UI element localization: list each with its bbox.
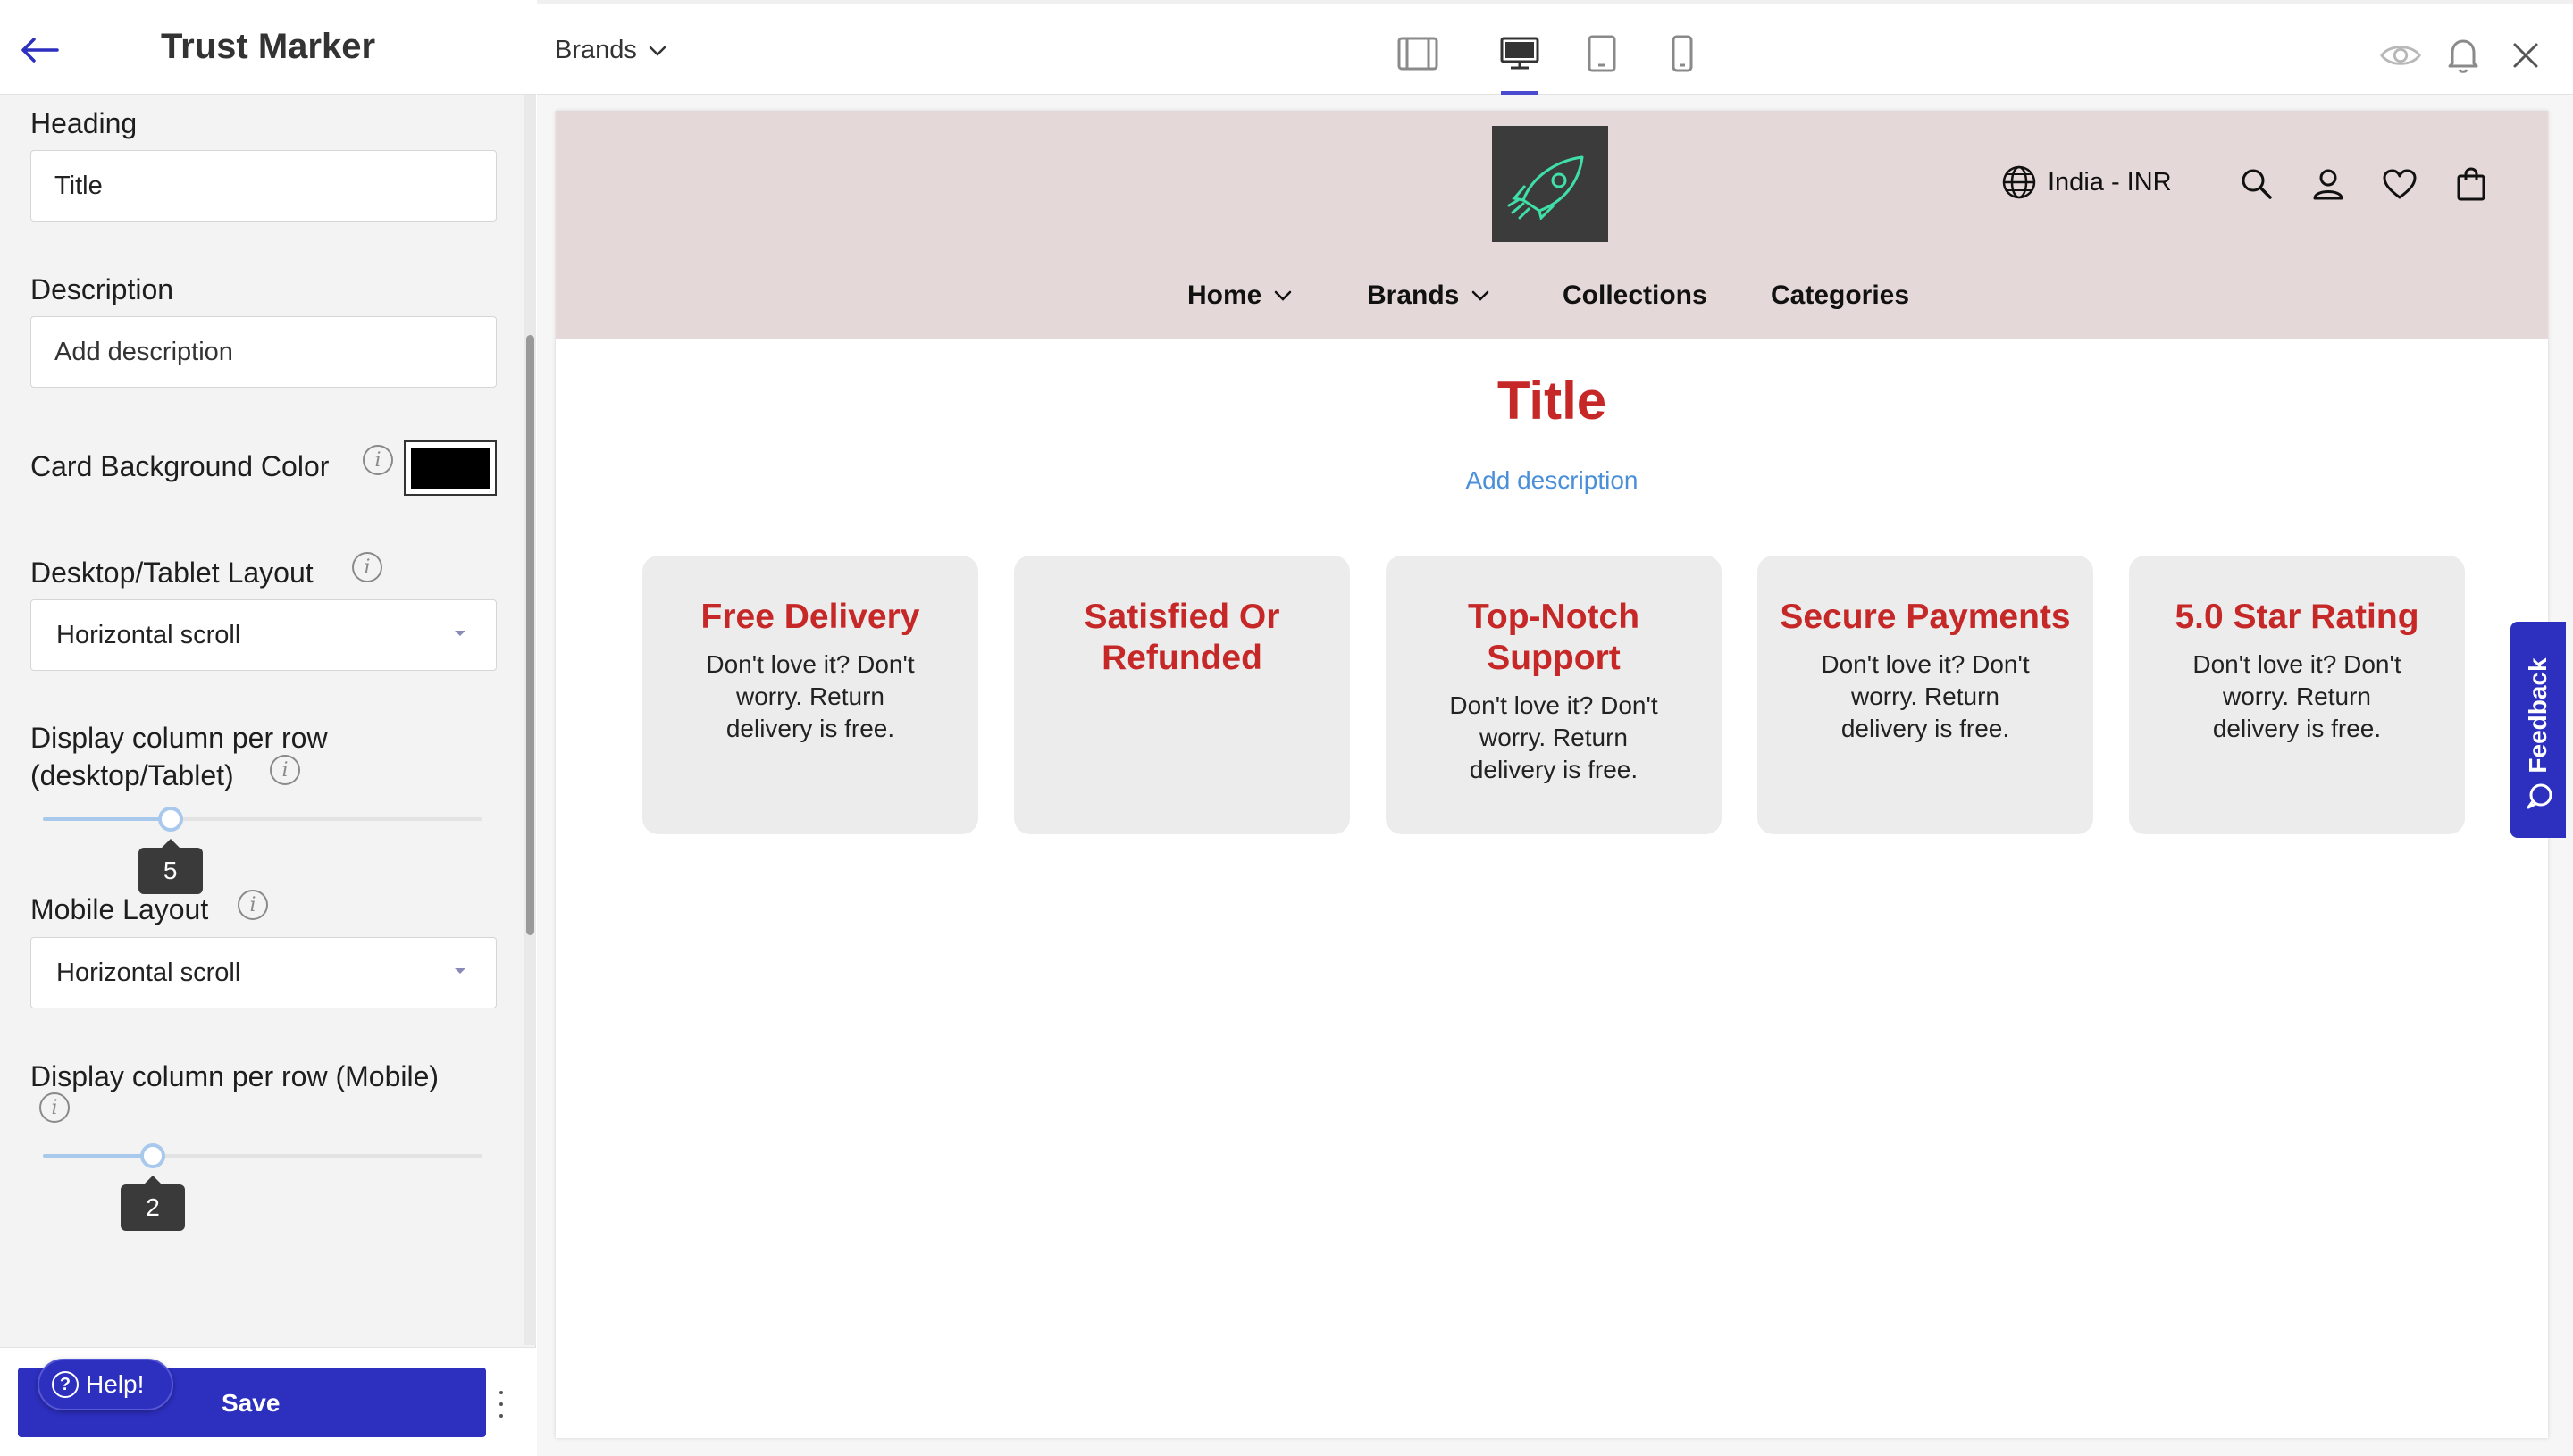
heart-icon[interactable] (2380, 164, 2419, 204)
panel-scrollbar-thumb[interactable] (526, 335, 534, 935)
help-label: Help! (86, 1370, 145, 1398)
color-swatch-fill (411, 448, 490, 489)
nav-item-label: Categories (1771, 280, 1910, 310)
feedback-tab[interactable]: Feedback (2510, 622, 2566, 838)
desktop-layout-value: Horizontal scroll (56, 620, 241, 649)
trust-card[interactable]: Top-Notch Support Don't love it? Don't w… (1386, 556, 1722, 834)
shopping-bag-icon[interactable] (2451, 164, 2491, 204)
help-question-icon: ? (52, 1371, 79, 1398)
desktop-columns-slider[interactable]: 5 (43, 801, 482, 894)
heading-input[interactable] (30, 150, 497, 222)
nav-item-categories[interactable]: Categories (1771, 280, 1909, 311)
description-label: Description (30, 273, 174, 305)
trust-card[interactable]: Satisfied Or Refunded (1014, 556, 1350, 834)
desktop-layout-select[interactable]: Horizontal scroll (30, 599, 497, 671)
store-logo-rocket-icon[interactable] (1492, 126, 1608, 242)
caret-down-icon (455, 968, 465, 974)
trust-card-title: Free Delivery (700, 598, 920, 636)
desktop-columns-label-sub: (desktop/Tablet) (30, 759, 234, 791)
locale-label: India - INR (2048, 167, 2172, 197)
chevron-down-icon (1472, 290, 1489, 301)
mobile-icon[interactable] (1657, 29, 1707, 79)
trust-card-title: Satisfied Or Refunded (1084, 598, 1280, 677)
store-header: India - INR Home Brands Collections Cate… (556, 111, 2548, 339)
eye-icon[interactable] (2379, 34, 2422, 77)
sidebar-layout-icon[interactable] (1393, 29, 1443, 79)
desktop-layout-label: Desktop/Tablet Layout (30, 556, 314, 589)
more-options-icon[interactable] (497, 1391, 506, 1418)
nav-item-label: Brands (1367, 280, 1460, 310)
globe-icon (2002, 165, 2036, 199)
chevron-down-icon (649, 46, 666, 56)
trust-card-text: Don't love it? Don't worry. Return deliv… (2192, 650, 2401, 742)
settings-panel: Trust Marker Heading Description Card Ba… (0, 0, 536, 1456)
tablet-icon[interactable] (1577, 29, 1627, 79)
feedback-label: Feedback (2524, 657, 2552, 774)
slider-fill (43, 1154, 153, 1158)
info-icon[interactable]: i (363, 445, 393, 475)
nav-item-label: Collections (1563, 280, 1707, 310)
trust-card[interactable]: Free Delivery Don't love it? Don't worry… (642, 556, 978, 834)
mobile-layout-label: Mobile Layout (30, 893, 209, 925)
nav-item-label: Home (1187, 280, 1262, 310)
panel-header: Trust Marker (0, 0, 536, 95)
locale-selector[interactable]: India - INR (2001, 164, 2172, 200)
save-label: Save (222, 1389, 281, 1417)
store-preview-frame: India - INR Home Brands Collections Cate… (556, 111, 2548, 1438)
slider-value-tooltip: 2 (121, 1176, 185, 1231)
nav-item-home[interactable]: Home (1187, 280, 1294, 311)
mobile-columns-slider[interactable]: 2 (43, 1138, 482, 1231)
chevron-down-icon (1275, 290, 1292, 301)
description-input[interactable] (30, 316, 497, 388)
mobile-columns-label: Display column per row (Mobile) (30, 1060, 440, 1092)
slider-fill (43, 817, 171, 821)
trust-card-text: Don't love it? Don't worry. Return deliv… (706, 650, 915, 742)
feedback-bubble-icon (2527, 783, 2552, 809)
help-button[interactable]: ? Help! (38, 1359, 173, 1410)
card-bg-color-label: Card Background Color (30, 450, 330, 482)
nav-item-brands[interactable]: Brands (1367, 280, 1491, 311)
trust-card-title: 5.0 Star Rating (2175, 598, 2419, 636)
trust-card-title: Secure Payments (1780, 598, 2071, 636)
editor-toolbar: Brands (537, 0, 2573, 96)
trust-card-text: Don't love it? Don't worry. Return deliv… (1449, 691, 1658, 783)
slider-thumb[interactable] (157, 807, 183, 832)
slider-value-tooltip: 5 (138, 839, 203, 894)
page-select-value: Brands (555, 36, 637, 64)
slider-thumb[interactable] (140, 1143, 165, 1168)
info-icon[interactable]: i (238, 890, 268, 920)
close-icon[interactable] (2504, 34, 2547, 77)
search-icon[interactable] (2237, 164, 2276, 204)
desktop-icon[interactable] (1495, 29, 1545, 79)
mobile-layout-value: Horizontal scroll (56, 958, 241, 987)
panel-footer: Save ? Help! (0, 1347, 536, 1456)
info-icon[interactable]: i (39, 1092, 70, 1123)
card-bg-color-swatch[interactable] (404, 440, 497, 496)
bell-icon[interactable] (2442, 34, 2485, 77)
trust-card-title: Top-Notch Support (1467, 598, 1640, 677)
panel-title: Trust Marker (160, 27, 376, 66)
nav-item-collections[interactable]: Collections (1563, 280, 1707, 311)
desktop-columns-label: Display column per row (30, 722, 328, 754)
caret-down-icon (455, 631, 465, 636)
info-icon[interactable]: i (270, 755, 300, 785)
trust-marker-title[interactable]: Title (556, 370, 2548, 431)
trust-card[interactable]: Secure Payments Don't love it? Don't wor… (1757, 556, 2093, 834)
mobile-layout-select[interactable]: Horizontal scroll (30, 937, 497, 1008)
page-select-dropdown[interactable]: Brands (555, 36, 667, 65)
trust-marker-description[interactable]: Add description (556, 466, 2548, 495)
user-icon[interactable] (2309, 164, 2348, 204)
trust-card[interactable]: 5.0 Star Rating Don't love it? Don't wor… (2129, 556, 2465, 834)
info-icon[interactable]: i (352, 552, 382, 582)
trust-card-text: Don't love it? Don't worry. Return deliv… (1821, 650, 2030, 742)
heading-label: Heading (30, 107, 138, 139)
